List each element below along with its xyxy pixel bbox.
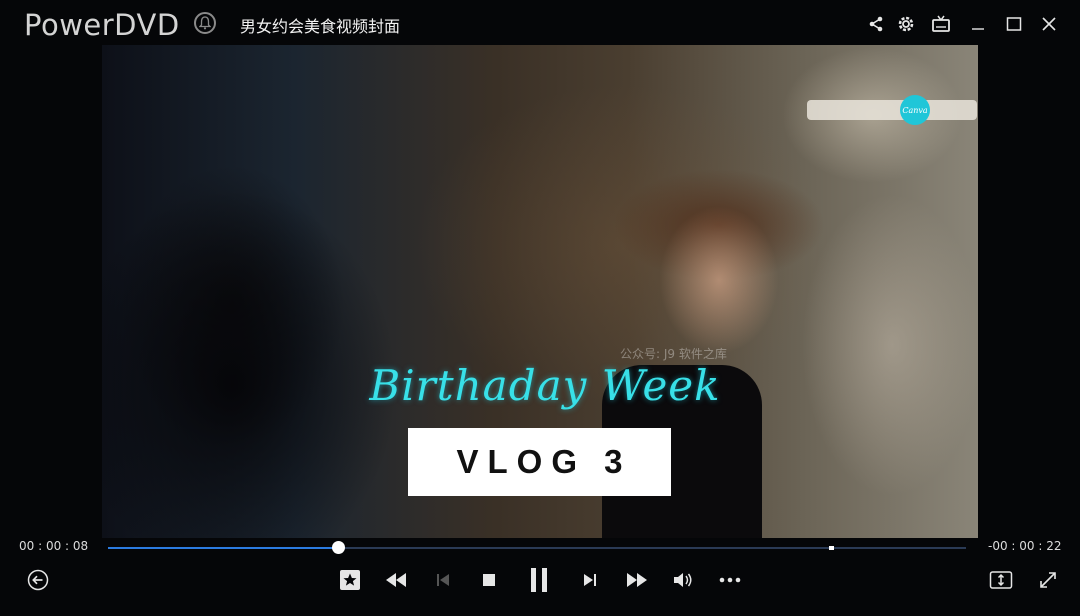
fast-forward-icon[interactable] — [624, 567, 650, 593]
seek-bar[interactable] — [108, 541, 966, 554]
overlay-subtitle: VLOG 3 — [456, 443, 632, 480]
maximize-icon[interactable] — [1002, 12, 1026, 36]
previous-chapter-icon[interactable] — [430, 567, 456, 593]
close-icon[interactable] — [1037, 12, 1061, 36]
canva-badge: Canva — [900, 95, 930, 125]
rewind-icon[interactable] — [383, 567, 409, 593]
stop-icon[interactable] — [476, 567, 502, 593]
more-icon[interactable] — [717, 567, 743, 593]
volume-icon[interactable] — [670, 567, 696, 593]
lamp-highlight — [807, 100, 977, 120]
next-chapter-icon[interactable] — [577, 567, 603, 593]
gear-icon[interactable] — [894, 12, 918, 36]
pause-icon[interactable] — [526, 567, 552, 593]
tv-icon[interactable] — [929, 12, 953, 36]
watermark-text: 公众号: J9 软件之库 — [620, 347, 727, 361]
title-bar: PowerDVD 男女约会美食视频封面 — [0, 0, 1080, 46]
share-icon[interactable] — [864, 12, 888, 36]
overlay-subtitle-box: VLOG 3 — [408, 428, 671, 496]
overlay-title: Birthaday Week — [369, 361, 721, 410]
back-arrow-icon[interactable] — [25, 567, 51, 593]
video-frame[interactable]: Canva 公众号: J9 软件之库 Birthaday Week VLOG 3 — [102, 45, 978, 538]
bookmark-star-icon[interactable] — [337, 567, 363, 593]
seek-bar-knob[interactable] — [331, 541, 345, 554]
chapter-marker — [828, 546, 834, 550]
fullscreen-icon[interactable] — [1035, 567, 1061, 593]
app-brand: PowerDVD — [24, 8, 180, 42]
fit-screen-icon[interactable] — [988, 567, 1014, 593]
notification-bell-icon[interactable] — [194, 12, 216, 34]
elapsed-time: 00 : 00 : 08 — [19, 539, 89, 553]
minimize-icon[interactable] — [966, 12, 990, 36]
seek-bar-fill — [108, 547, 338, 549]
remaining-time: -00 : 00 : 22 — [988, 539, 1062, 553]
video-title: 男女约会美食视频封面 — [240, 17, 401, 36]
